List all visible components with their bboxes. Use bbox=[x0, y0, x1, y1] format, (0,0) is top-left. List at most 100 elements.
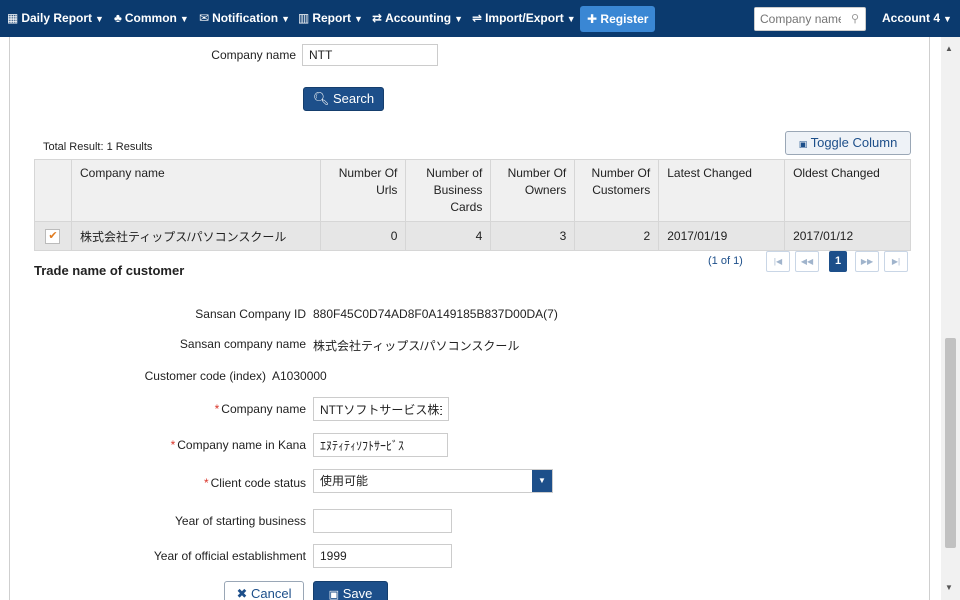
toggle-column-label: Toggle Column bbox=[810, 135, 898, 150]
select-column-header bbox=[34, 159, 72, 222]
content-border-left bbox=[9, 37, 10, 600]
company-name-input[interactable] bbox=[313, 397, 449, 421]
calendar-icon: ▦ bbox=[7, 11, 19, 25]
scrollbar-thumb[interactable] bbox=[945, 338, 956, 548]
sansan-company-id-label: Sansan Company ID bbox=[195, 307, 306, 321]
company-name-label-text: Company name bbox=[221, 402, 306, 416]
search-company-name-input[interactable] bbox=[302, 44, 438, 66]
nav-accounting-label: Accounting bbox=[385, 11, 452, 25]
nav-notification[interactable]: ✉ Notification ▼ bbox=[199, 0, 290, 37]
nav-report-label: Report bbox=[312, 11, 352, 25]
swap-icon: ⇌ bbox=[472, 11, 483, 25]
customer-code-label: Customer code (index) bbox=[144, 369, 266, 383]
column-header-company-name[interactable]: Company name bbox=[70, 159, 322, 222]
register-label: Register bbox=[600, 12, 649, 26]
year-starting-label: Year of starting business bbox=[175, 514, 306, 528]
dropdown-arrow-icon[interactable]: ▼ bbox=[532, 470, 552, 492]
caret-down-icon: ▼ bbox=[281, 14, 290, 24]
cell-company-name: 株式会社ティップス/パソコンスクール bbox=[70, 221, 322, 251]
caret-down-icon: ▼ bbox=[354, 14, 363, 24]
close-icon: ✖ bbox=[236, 586, 248, 600]
bar-chart-icon: ▥ bbox=[298, 11, 310, 25]
column-header-latest-changed[interactable]: Latest Changed bbox=[658, 159, 786, 222]
search-icon: 🔍︎ bbox=[312, 91, 330, 106]
caret-down-icon: ▼ bbox=[179, 14, 189, 24]
nav-notification-label: Notification bbox=[212, 11, 279, 25]
cell-business-cards: 4 bbox=[405, 221, 492, 251]
client-code-status-select[interactable]: 使用可能 bbox=[313, 469, 553, 493]
cell-oldest-changed: 2017/01/12 bbox=[784, 221, 911, 251]
checkmark-icon[interactable]: ✔ bbox=[45, 229, 61, 244]
customer-code-value: A1030000 bbox=[272, 369, 327, 383]
column-header-owners[interactable]: Number Of Owners bbox=[490, 159, 576, 222]
content-border-right bbox=[929, 37, 930, 600]
caret-down-icon: ▼ bbox=[943, 14, 952, 24]
column-header-urls[interactable]: Number Of Urls bbox=[320, 159, 407, 222]
cell-latest-changed: 2017/01/19 bbox=[658, 221, 786, 251]
nav-report[interactable]: ▥ Report ▼ bbox=[298, 0, 363, 37]
company-name-kana-label-text: Company name in Kana bbox=[177, 438, 306, 452]
cancel-button-label: Cancel bbox=[251, 586, 292, 600]
save-button[interactable]: ▣ Save bbox=[313, 581, 388, 600]
first-page-button[interactable]: |◀ bbox=[766, 251, 790, 272]
column-header-oldest-changed[interactable]: Oldest Changed bbox=[784, 159, 911, 222]
company-name-kana-label: * Company name in Kana bbox=[100, 438, 306, 452]
year-established-label: Year of official establishment bbox=[153, 549, 306, 563]
row-select-cell[interactable]: ✔ bbox=[34, 221, 72, 251]
page-1-button[interactable]: 1 bbox=[829, 251, 847, 272]
nav-import-export-label: Import/Export bbox=[485, 11, 564, 25]
nav-daily-report[interactable]: ▦ Daily Report ▼ bbox=[7, 0, 104, 37]
register-button[interactable]: ✚ Register bbox=[580, 6, 656, 32]
client-code-status-label-text: Client code status bbox=[210, 476, 306, 490]
save-button-label: Save bbox=[342, 586, 373, 600]
cell-customers: 2 bbox=[574, 221, 660, 251]
column-header-business-cards[interactable]: Number of Business Cards bbox=[405, 159, 492, 222]
column-header-customers[interactable]: Number Of Customers bbox=[574, 159, 660, 222]
cell-owners: 3 bbox=[490, 221, 576, 251]
nav-common-label: Common bbox=[124, 11, 177, 25]
toggle-column-button[interactable]: ▣ Toggle Column bbox=[785, 131, 911, 155]
total-results-label: Total Result: 1 Results bbox=[43, 141, 153, 153]
top-navbar: ▦ Daily Report ▼ ♣ Common ▼ ✉ Notification ▼ ▥… bbox=[0, 0, 960, 37]
search-button[interactable]: 🔍︎ Search bbox=[303, 87, 384, 111]
nav-accounting[interactable]: ⇄ Accounting ▼ bbox=[372, 0, 463, 37]
year-established-input[interactable] bbox=[313, 544, 452, 568]
search-icon[interactable]: ⚲ bbox=[851, 12, 859, 25]
year-starting-input[interactable] bbox=[313, 509, 452, 533]
table-header-row: Company name Number Of Urls Number of Bu… bbox=[34, 159, 911, 222]
nav-import-export[interactable]: ⇌ Import/Export ▼ bbox=[472, 0, 576, 37]
columns-icon: ▣ bbox=[798, 139, 808, 149]
scroll-down-arrow-icon[interactable]: ▼ bbox=[945, 583, 953, 592]
scroll-up-arrow-icon[interactable]: ▲ bbox=[945, 44, 953, 53]
plus-icon: ✚ bbox=[587, 12, 598, 26]
section-title: Trade name of customer bbox=[34, 263, 185, 278]
next-page-button[interactable]: ▶▶ bbox=[855, 251, 879, 272]
envelope-icon: ✉ bbox=[199, 11, 210, 25]
required-marker: * bbox=[214, 402, 220, 416]
account-label: Account 4 bbox=[882, 11, 941, 25]
prev-page-button[interactable]: ◀◀ bbox=[795, 251, 819, 272]
cell-urls: 0 bbox=[320, 221, 407, 251]
table-row[interactable]: ✔ 株式会社ティップス/パソコンスクール 0 4 3 2 2017/01/19 … bbox=[34, 221, 911, 251]
client-code-status-label: * Client code status bbox=[100, 476, 306, 490]
nav-search-box: ⚲ bbox=[754, 7, 866, 31]
caret-down-icon: ▼ bbox=[95, 14, 104, 24]
cancel-button[interactable]: ✖ Cancel bbox=[224, 581, 304, 600]
nav-common[interactable]: ♣ Common ▼ bbox=[114, 0, 189, 37]
pagination-info: (1 of 1) bbox=[708, 255, 743, 267]
company-name-label: * Company name bbox=[100, 402, 306, 416]
sansan-company-name-label: Sansan company name bbox=[179, 337, 306, 351]
account-menu[interactable]: Account 4 ▼ bbox=[882, 0, 952, 37]
floppy-disk-icon: ▣ bbox=[328, 589, 340, 600]
company-search-input[interactable] bbox=[755, 8, 841, 30]
search-button-label: Search bbox=[332, 91, 375, 106]
exchange-icon: ⇄ bbox=[372, 11, 383, 25]
client-code-status-value: 使用可能 bbox=[320, 474, 369, 488]
caret-down-icon: ▼ bbox=[566, 14, 576, 24]
results-table: Company name Number Of Urls Number of Bu… bbox=[34, 159, 911, 251]
users-icon: ♣ bbox=[114, 11, 122, 25]
company-name-kana-input[interactable] bbox=[313, 433, 448, 457]
required-marker: * bbox=[170, 438, 176, 452]
sansan-company-name-value: 株式会社ティップス/パソコンスクール bbox=[313, 339, 520, 353]
last-page-button[interactable]: ▶| bbox=[884, 251, 908, 272]
